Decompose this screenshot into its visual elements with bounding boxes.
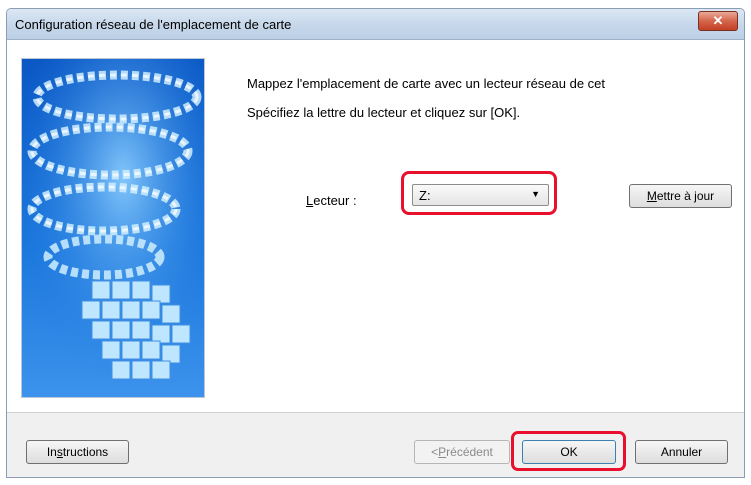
footer-divider xyxy=(7,412,744,413)
dialog-window: Configuration réseau de l'emplacement de… xyxy=(6,8,745,478)
update-button-label: ettre à jour xyxy=(656,189,715,203)
ok-highlight-frame xyxy=(511,431,626,471)
instruction-line-2: Spécifiez la lettre du lecteur et clique… xyxy=(247,105,521,120)
update-button-accelerator: M xyxy=(646,189,657,203)
instructions-button[interactable]: Instructions xyxy=(26,440,129,464)
drive-highlight-frame xyxy=(401,171,557,215)
title-bar[interactable]: Configuration réseau de l'emplacement de… xyxy=(7,9,744,40)
cancel-button[interactable]: Annuler xyxy=(635,440,728,464)
back-label-end: récédent xyxy=(446,445,493,459)
window-title: Configuration réseau de l'emplacement de… xyxy=(15,17,292,32)
drive-label: Lecteur : xyxy=(306,193,357,208)
banner-image xyxy=(21,58,205,398)
card-spiral-graphic xyxy=(22,59,204,397)
back-button[interactable]: <Précédent xyxy=(414,440,510,464)
update-button[interactable]: Mettre à jour xyxy=(629,184,732,208)
back-accelerator: P xyxy=(438,445,447,459)
dialog-content: Mappez l'emplacement de carte avec un le… xyxy=(7,40,744,412)
close-button[interactable]: ✕ xyxy=(698,11,738,31)
drive-label-text: ecteur : xyxy=(313,193,357,208)
close-icon: ✕ xyxy=(712,13,724,28)
instructions-label-start: In xyxy=(46,445,57,459)
instructions-label-end: tructions xyxy=(62,445,109,459)
instruction-line-1: Mappez l'emplacement de carte avec un le… xyxy=(247,76,606,91)
